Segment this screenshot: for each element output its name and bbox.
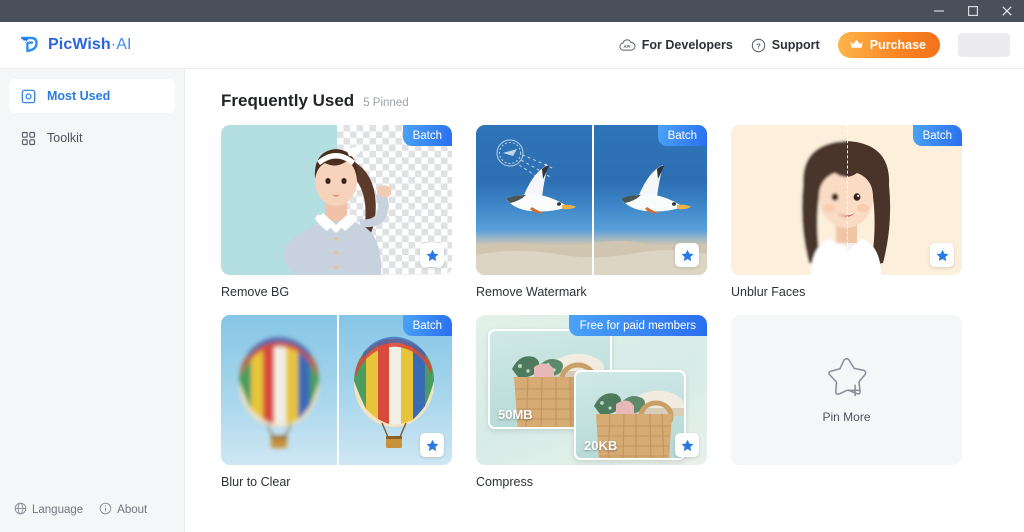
minimize-button[interactable] — [922, 0, 956, 22]
star-filled-icon — [426, 439, 438, 451]
tool-card-remove-bg[interactable]: Batch Remove BG — [221, 125, 452, 299]
star-filled-icon — [426, 249, 438, 261]
language-label: Language — [32, 504, 84, 516]
pin-toggle-button[interactable] — [930, 243, 954, 267]
app-header: PicWish·AI API For Developers ? Support … — [0, 22, 1024, 69]
picwish-bird-logo-icon — [18, 34, 40, 56]
pin-toggle-button[interactable] — [420, 243, 444, 267]
file-size-before: 50MB — [498, 407, 533, 422]
tool-card-blur-to-clear[interactable]: Batch Blur to Clear — [221, 315, 452, 489]
minimize-icon — [934, 10, 944, 12]
brand-name-text: PicWish — [48, 36, 111, 53]
globe-icon — [14, 502, 27, 518]
file-after-image: 20KB — [574, 370, 686, 460]
tool-card-grid: Batch Remove BG Batch Remove Watermark B… — [221, 125, 1024, 489]
svg-text:API: API — [623, 44, 630, 49]
toolkit-grid-icon — [21, 131, 37, 146]
pin-toggle-button[interactable] — [675, 433, 699, 457]
pin-toggle-button[interactable] — [675, 243, 699, 267]
sidebar-item-most-used-label: Most Used — [47, 89, 111, 103]
batch-badge: Batch — [402, 125, 452, 146]
tool-thumbnail[interactable]: 50MB 20KB Free for paid members — [476, 315, 707, 465]
for-developers-link[interactable]: API For Developers — [618, 38, 733, 52]
star-filled-icon — [681, 439, 693, 451]
close-button[interactable] — [990, 0, 1024, 22]
app-window: PicWish·AI API For Developers ? Support … — [0, 0, 1024, 532]
sidebar-item-most-used[interactable]: Most Used — [9, 79, 175, 113]
tool-thumbnail[interactable]: Batch — [221, 125, 452, 275]
before-after-divider — [846, 125, 848, 275]
language-button[interactable]: Language — [14, 502, 83, 518]
before-after-divider — [336, 315, 339, 465]
window-titlebar — [0, 0, 1024, 22]
batch-badge: Batch — [402, 315, 452, 336]
tool-card-label: Remove BG — [221, 285, 290, 299]
tool-card-remove-watermark[interactable]: Batch Remove Watermark — [476, 125, 707, 299]
about-label: About — [117, 504, 148, 516]
tool-thumbnail[interactable]: Batch — [476, 125, 707, 275]
pinned-count: 5 Pinned — [363, 97, 409, 109]
maximize-button[interactable] — [956, 0, 990, 22]
page-title: Frequently Used — [221, 91, 355, 110]
file-size-after: 20KB — [584, 438, 618, 453]
header-actions: API For Developers ? Support Purchase — [618, 32, 1010, 58]
close-icon — [1002, 6, 1012, 16]
brand-suffix: ·AI — [110, 36, 132, 53]
tool-thumbnail[interactable]: Batch — [221, 315, 452, 465]
basket-bag-compress-demo-art: 50MB 20KB — [476, 315, 707, 465]
purchase-label: Purchase — [869, 38, 926, 52]
tool-card-label: Unblur Faces — [731, 285, 806, 299]
pin-more-dropzone[interactable]: Pin More — [731, 315, 962, 465]
batch-badge: Batch — [912, 125, 962, 146]
for-developers-label: For Developers — [641, 38, 733, 52]
about-button[interactable]: About — [99, 502, 147, 518]
app-body: Most Used Toolkit Language About Frequen… — [0, 69, 1024, 532]
seagull-over-sea-before-after-split-art — [476, 125, 707, 275]
pin-more-label: Pin More — [822, 410, 871, 424]
sidebar-item-toolkit-label: Toolkit — [47, 131, 83, 145]
account-avatar[interactable] — [958, 33, 1010, 57]
support-link[interactable]: ? Support — [751, 38, 820, 53]
star-filled-icon — [681, 249, 693, 261]
question-circle-icon: ? — [751, 38, 766, 53]
sidebar-item-toolkit[interactable]: Toolkit — [9, 121, 175, 155]
most-used-icon — [21, 89, 37, 104]
free-for-paid-members-badge: Free for paid members — [568, 315, 707, 336]
maximize-icon — [968, 6, 979, 17]
child-portrait-cream-blur-split-art — [731, 125, 962, 275]
pin-toggle-button[interactable] — [420, 433, 444, 457]
info-circle-icon — [99, 502, 112, 518]
portrait-woman-teal-transparent-split-art — [221, 125, 452, 275]
sidebar: Most Used Toolkit Language About — [0, 69, 185, 532]
star-filled-icon — [936, 249, 948, 261]
sidebar-footer: Language About — [0, 502, 184, 532]
tool-thumbnail[interactable]: Batch — [731, 125, 962, 275]
pin-more-card[interactable]: Pin More — [731, 315, 962, 489]
brand-name: PicWish·AI — [48, 36, 132, 54]
before-after-divider — [591, 125, 594, 275]
tool-card-label: Remove Watermark — [476, 285, 587, 299]
tool-card-compress[interactable]: 50MB 20KB Free for paid members Compress — [476, 315, 707, 489]
api-cloud-icon: API — [618, 38, 636, 52]
star-plus-outline-icon — [827, 357, 866, 397]
svg-text:?: ? — [756, 41, 761, 50]
brand-logo[interactable]: PicWish·AI — [18, 34, 132, 56]
purchase-button[interactable]: Purchase — [837, 32, 940, 58]
section-header: Frequently Used 5 Pinned — [221, 91, 1024, 111]
tool-card-label: Compress — [476, 475, 533, 489]
batch-badge: Batch — [657, 125, 707, 146]
hot-air-balloon-before-after-split-art — [221, 315, 452, 465]
tool-card-unblur-faces[interactable]: Batch Unblur Faces — [731, 125, 962, 299]
tool-card-label: Blur to Clear — [221, 475, 291, 489]
crown-icon — [849, 38, 864, 53]
main-content: Frequently Used 5 Pinned Batch Remove BG… — [185, 69, 1024, 532]
support-label: Support — [771, 38, 820, 52]
